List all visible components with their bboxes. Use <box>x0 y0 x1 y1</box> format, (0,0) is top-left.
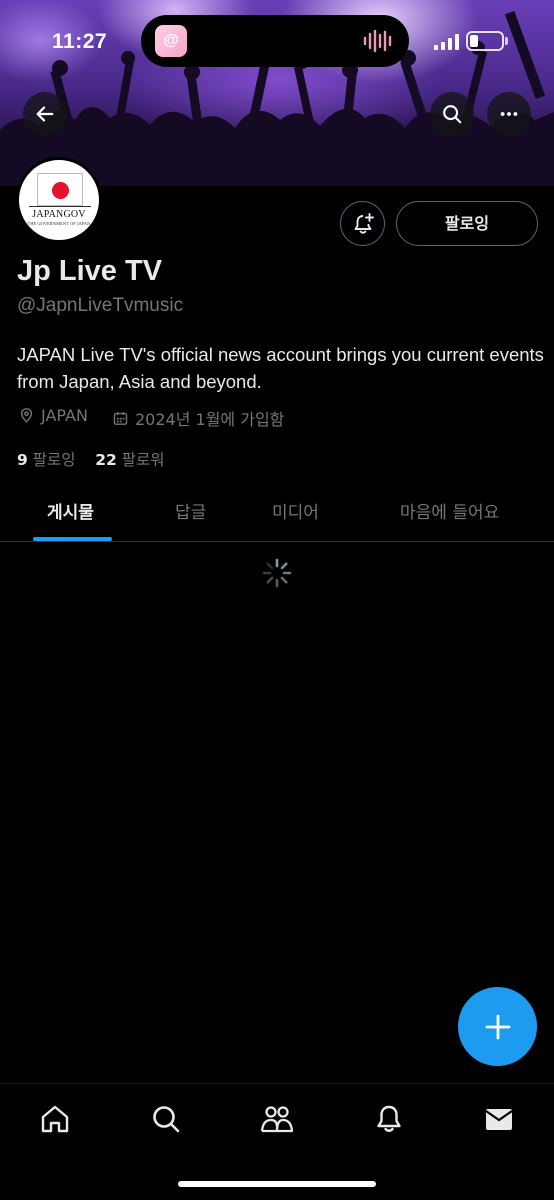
joined-meta: 2024년 1월에 가입함 <box>112 406 284 430</box>
battery-level <box>470 35 478 47</box>
profile-bio: JAPAN Live TV's official news account br… <box>17 344 544 392</box>
battery-tip <box>505 37 508 45</box>
communities-icon <box>260 1106 294 1133</box>
avatar-subtitle: THE GOVERNMENT OF JAPAN <box>27 221 91 226</box>
following-link[interactable]: 9 팔로잉 <box>17 451 76 469</box>
location-meta: JAPAN <box>18 406 88 425</box>
search-icon <box>153 1106 180 1133</box>
avatar-title: JAPANGOV <box>32 209 86 220</box>
user-handle: @JapnLiveTvmusic <box>17 295 184 316</box>
notifications-button[interactable] <box>340 201 385 246</box>
nav-home[interactable] <box>37 1101 73 1137</box>
calendar-icon <box>113 411 128 425</box>
home-icon <box>41 1105 69 1133</box>
location-pin-icon <box>20 408 33 423</box>
nav-communities[interactable] <box>259 1101 295 1137</box>
plus-icon <box>485 1014 510 1039</box>
status-time: 11:27 <box>52 30 108 53</box>
now-playing-app-icon[interactable]: @ <box>155 25 187 57</box>
search-button[interactable] <box>430 92 474 136</box>
back-button[interactable] <box>23 92 67 136</box>
dynamic-island[interactable]: @ <box>141 15 409 67</box>
followers-link[interactable]: 22 팔로워 <box>95 451 164 469</box>
cellular-signal-icon <box>434 34 459 50</box>
tab-divider <box>0 541 554 542</box>
tab-media[interactable]: 미디어 <box>272 498 319 523</box>
nav-search[interactable] <box>148 1101 184 1137</box>
japan-flag-icon <box>37 173 83 206</box>
profile-avatar[interactable]: JAPANGOV THE GOVERNMENT OF JAPAN <box>16 157 102 243</box>
bell-icon <box>377 1105 401 1132</box>
followers-count: 22 <box>95 451 117 469</box>
tab-posts[interactable]: 게시물 <box>47 498 94 523</box>
mail-icon <box>485 1109 513 1130</box>
nav-messages[interactable] <box>481 1101 517 1137</box>
battery-icon <box>466 31 504 51</box>
following-count: 9 <box>17 451 28 469</box>
following-button[interactable]: 팔로잉 <box>396 201 538 246</box>
tab-likes[interactable]: 마음에 들어요 <box>400 498 499 523</box>
search-icon <box>443 105 462 124</box>
location-text: JAPAN <box>41 406 88 425</box>
compose-post-button[interactable] <box>458 987 537 1066</box>
arrow-left-icon <box>36 106 54 122</box>
display-name: Jp Live TV <box>17 255 163 287</box>
following-label: 팔로잉 <box>32 451 76 469</box>
follow-counts: 9 팔로잉 22 팔로워 <box>17 448 165 470</box>
joined-text: 2024년 1월에 가입함 <box>135 410 285 429</box>
nav-notifications[interactable] <box>371 1101 407 1137</box>
avatar-divider <box>29 206 91 207</box>
followers-label: 팔로워 <box>121 451 165 469</box>
loading-spinner-icon <box>262 558 292 588</box>
audio-waveform-icon <box>363 29 392 53</box>
bell-plus-icon <box>354 212 374 234</box>
more-horizontal-icon <box>500 112 518 116</box>
home-indicator <box>178 1181 376 1187</box>
more-button[interactable] <box>487 92 531 136</box>
tab-replies[interactable]: 답글 <box>175 498 206 523</box>
